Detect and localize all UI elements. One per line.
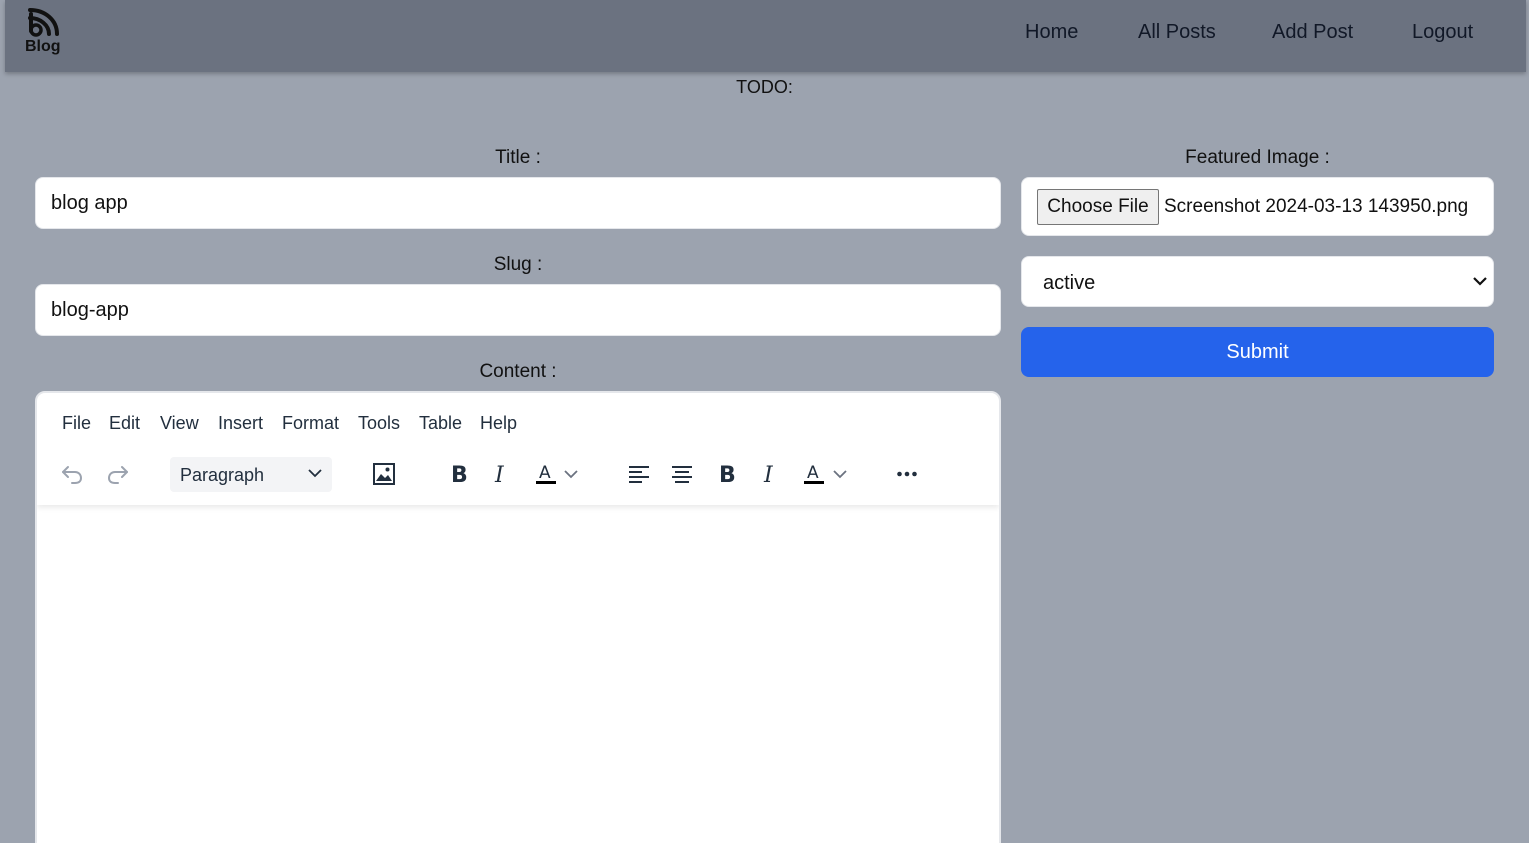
text-color-dropdown[interactable] [559, 457, 583, 491]
insert-image-button[interactable] [367, 457, 401, 491]
todo-text: TODO: [736, 77, 793, 97]
nav-links: Home All Posts Add Post Logout [5, 21, 1526, 51]
redo-icon [107, 466, 128, 484]
rich-text-editor: File Edit View Insert Format Tools Table… [35, 391, 1001, 843]
menu-view[interactable]: View [160, 413, 199, 434]
svg-text:B: B [719, 463, 736, 486]
featured-image-input: Choose File Screenshot 2024-03-13 143950… [1021, 177, 1494, 236]
svg-text:A: A [807, 463, 819, 483]
text-color-button-2[interactable]: A [797, 457, 831, 491]
editor-menubar: File Edit View Insert Format Tools Table… [37, 411, 999, 437]
svg-text:I: I [494, 463, 505, 486]
more-button[interactable] [890, 457, 924, 491]
menu-tools[interactable]: Tools [358, 413, 400, 434]
bold-icon: B [451, 463, 468, 486]
content-label: Content : [479, 361, 557, 382]
italic-icon: I [763, 463, 774, 486]
chevron-down-icon [833, 470, 847, 479]
editor-content-area[interactable] [37, 505, 999, 843]
align-left-icon [629, 466, 649, 483]
menu-table[interactable]: Table [419, 413, 462, 434]
italic-button[interactable]: I [484, 457, 518, 491]
text-color-button[interactable]: A [529, 457, 563, 491]
chevron-down-icon [308, 469, 322, 478]
text-color-icon: A [804, 463, 824, 484]
chevron-down-icon [564, 470, 578, 479]
italic-button-2[interactable]: I [753, 457, 787, 491]
status-select[interactable]: active [1021, 256, 1494, 307]
svg-text:B: B [451, 463, 468, 486]
align-center-icon [672, 466, 692, 483]
undo-button[interactable] [55, 457, 89, 491]
editor-header: File Edit View Insert Format Tools Table… [37, 393, 999, 505]
align-left-button[interactable] [622, 457, 656, 491]
status-select-value: active [1043, 272, 1096, 294]
align-center-button[interactable] [665, 457, 699, 491]
more-icon [897, 471, 917, 477]
title-label: Title : [495, 147, 541, 168]
svg-text:A: A [539, 463, 551, 483]
title-input[interactable] [35, 177, 1001, 229]
submit-button[interactable]: Submit [1021, 327, 1494, 377]
block-format-select[interactable]: Paragraph [170, 457, 332, 492]
file-name: Screenshot 2024-03-13 143950.png [1164, 196, 1469, 217]
menu-file[interactable]: File [62, 413, 91, 434]
chevron-down-icon [1473, 277, 1487, 286]
menu-edit[interactable]: Edit [109, 413, 140, 434]
undo-icon [62, 466, 83, 484]
text-color-dropdown-2[interactable] [828, 457, 852, 491]
nav-all-posts[interactable]: All Posts [1138, 21, 1216, 44]
italic-icon: I [494, 463, 505, 486]
slug-input[interactable] [35, 284, 1001, 336]
nav-add-post[interactable]: Add Post [1272, 21, 1353, 44]
menu-format[interactable]: Format [282, 413, 339, 434]
slug-label: Slug : [493, 254, 543, 275]
menu-insert[interactable]: Insert [218, 413, 263, 434]
bold-button[interactable]: B [441, 457, 475, 491]
bold-icon: B [719, 463, 736, 486]
choose-file-button[interactable]: Choose File [1037, 189, 1159, 225]
image-icon [373, 463, 395, 485]
featured-image-label: Featured Image : [1185, 147, 1330, 168]
redo-button[interactable] [101, 457, 135, 491]
block-format-value: Paragraph [180, 465, 265, 485]
nav-home[interactable]: Home [1025, 21, 1078, 44]
bold-button-2[interactable]: B [709, 457, 743, 491]
navbar: Blog Home All Posts Add Post Logout [5, 0, 1526, 72]
svg-text:I: I [763, 463, 774, 486]
nav-logout[interactable]: Logout [1412, 21, 1473, 44]
text-color-icon: A [536, 463, 556, 484]
menu-help[interactable]: Help [480, 413, 517, 434]
